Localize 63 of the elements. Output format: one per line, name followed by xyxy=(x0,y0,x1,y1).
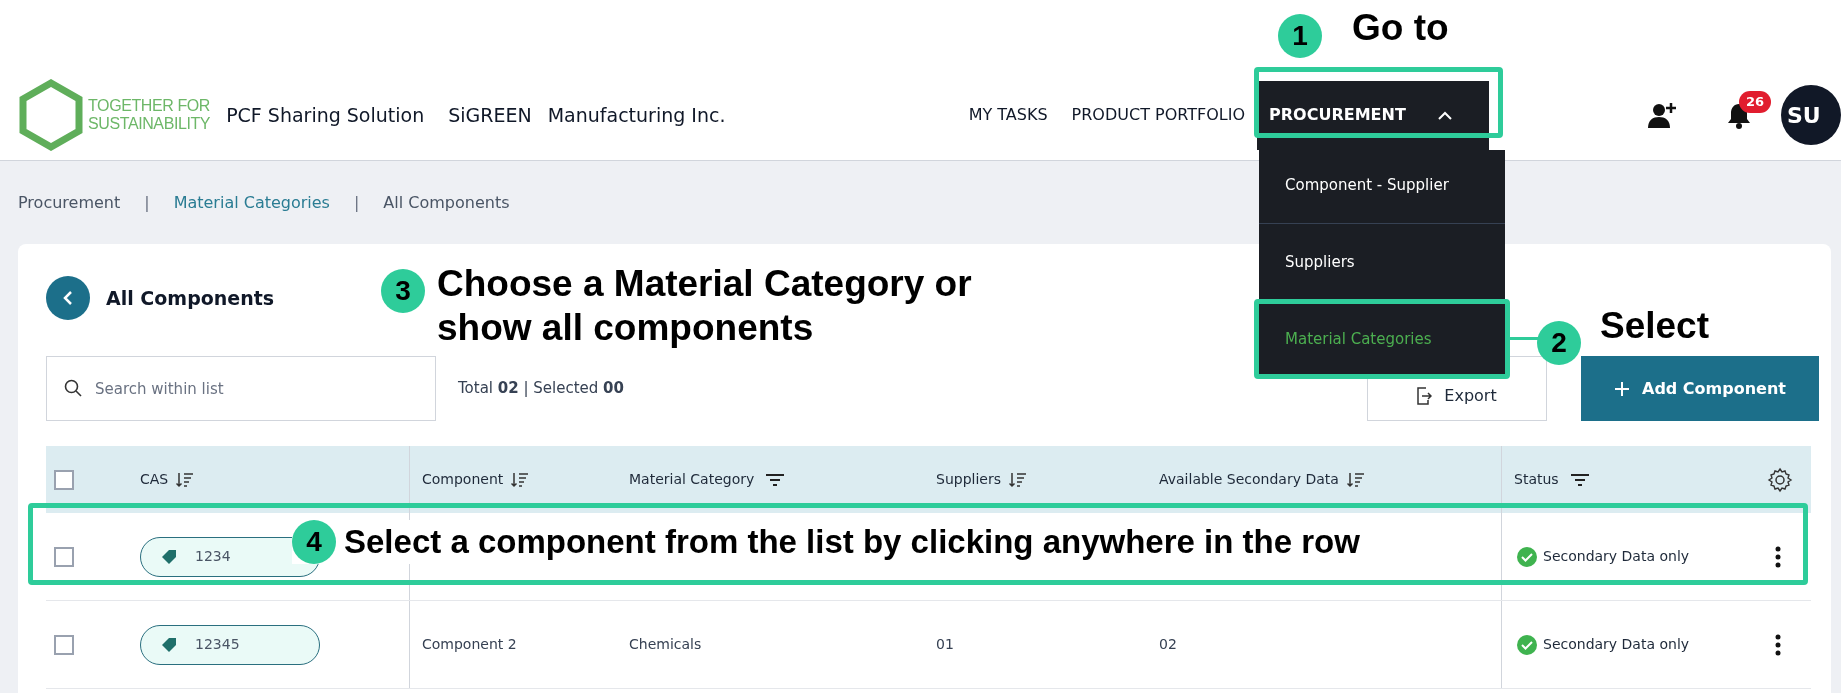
export-icon xyxy=(1417,386,1433,405)
sort-icon[interactable] xyxy=(1346,471,1365,488)
plus-icon xyxy=(1614,380,1630,397)
step-number-badge: 4 xyxy=(292,520,336,564)
nav-tab[interactable]: PROCUREMENT xyxy=(1257,80,1489,150)
caret-up-icon xyxy=(1437,110,1452,120)
page-title: All Components xyxy=(106,285,275,311)
column-header[interactable]: Material Category xyxy=(629,469,755,490)
cas-tag: 12345 xyxy=(140,624,320,665)
column-header[interactable]: Available Secondary Data xyxy=(1159,469,1339,490)
annotation-text: Select xyxy=(1600,304,1709,348)
table-cell-text: Chemicals xyxy=(629,635,702,654)
tag-icon xyxy=(161,548,177,565)
brand-name: SiGREEN xyxy=(448,102,532,128)
tag-icon xyxy=(161,636,177,653)
annotation-text: Select a component from the list by clicking anywhere in the row xyxy=(344,522,1360,562)
breadcrumb-link[interactable]: All Components xyxy=(383,190,510,215)
search-icon xyxy=(64,379,82,397)
column-header[interactable]: Suppliers xyxy=(936,469,1001,490)
company-name: Manufacturing Inc. xyxy=(547,102,726,128)
settings-icon[interactable] xyxy=(1767,466,1793,493)
breadcrumb-separator: | xyxy=(353,191,360,214)
logo-hexagon-icon xyxy=(18,79,84,151)
status-text: Secondary Data only xyxy=(1543,547,1690,566)
menu-item[interactable]: Component - Supplier xyxy=(1259,150,1505,220)
sort-icon[interactable] xyxy=(511,471,530,488)
add-user-icon[interactable] xyxy=(1647,102,1677,128)
check-circle-icon xyxy=(1517,634,1537,655)
breadcrumb-separator: | xyxy=(144,191,150,214)
table-cell-text: 02 xyxy=(1159,635,1177,654)
filter-icon[interactable] xyxy=(766,472,785,487)
check-circle-icon xyxy=(1517,546,1537,567)
column-header[interactable]: Component xyxy=(422,469,504,490)
column-header[interactable]: Status xyxy=(1514,469,1559,490)
nav-tab[interactable]: MY TASKS xyxy=(956,80,1060,150)
row-checkbox[interactable] xyxy=(54,546,74,567)
row-checkbox[interactable] xyxy=(54,634,74,655)
notification-badge: 26 xyxy=(1739,91,1772,113)
list-counts: Total 02 | Selected 00 xyxy=(458,378,624,400)
column-header[interactable]: CAS xyxy=(140,469,169,490)
table-cell-text: 01 xyxy=(936,635,954,654)
annotation-text: Choose a Material Category or show all components xyxy=(437,262,973,350)
chevron-left-icon xyxy=(63,290,73,306)
nav-tab[interactable]: PRODUCT PORTFOLIO xyxy=(1059,80,1257,150)
status-text: Secondary Data only xyxy=(1543,635,1690,654)
logo-text: TOGETHER FOR SUSTAINABILITY xyxy=(88,97,211,133)
sort-icon[interactable] xyxy=(176,471,195,488)
add-component-button[interactable]: Add Component xyxy=(1581,356,1819,421)
menu-item[interactable]: Suppliers xyxy=(1259,227,1505,297)
search-field[interactable]: Search within list xyxy=(46,356,436,421)
annotation-text: Go to xyxy=(1352,6,1449,50)
user-avatar[interactable]: SU xyxy=(1781,85,1841,145)
more-options-icon[interactable] xyxy=(1775,545,1781,568)
back-button[interactable] xyxy=(46,276,90,320)
select-all-checkbox[interactable] xyxy=(54,469,74,490)
step-number-badge: 1 xyxy=(1278,14,1322,58)
more-options-icon[interactable] xyxy=(1775,633,1781,656)
app-name: PCF Sharing Solution xyxy=(226,102,425,128)
filter-icon[interactable] xyxy=(1570,472,1589,487)
breadcrumb-link[interactable]: Procurement xyxy=(18,190,121,215)
breadcrumb-link[interactable]: Material Categories xyxy=(173,190,330,215)
sort-icon[interactable] xyxy=(1009,471,1027,488)
table-cell-text: Component 2 xyxy=(422,635,517,654)
